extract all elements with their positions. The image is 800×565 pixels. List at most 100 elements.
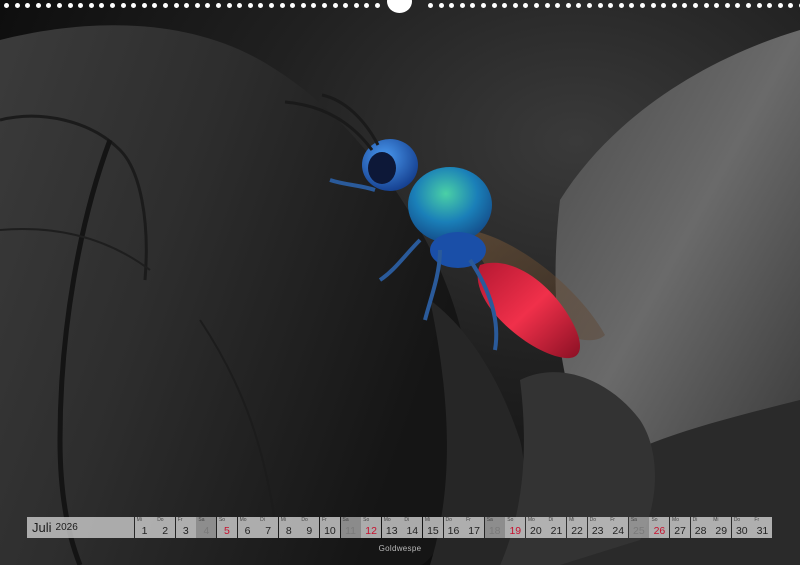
binding-hole [459, 3, 465, 8]
binding-hole [608, 3, 614, 8]
day-number: 12 [365, 525, 377, 537]
binding-hole [311, 3, 317, 8]
day-weekday: Di [692, 517, 698, 523]
day-cell: Do 23 [587, 517, 608, 538]
day-weekday: Di [404, 517, 410, 523]
binding-hole [4, 3, 9, 8]
day-weekday: Sa [198, 517, 205, 523]
binding-hole [693, 3, 698, 8]
day-weekday: Do [157, 517, 164, 523]
day-cell: Mo 20 [525, 517, 546, 538]
binding-hole [322, 3, 327, 8]
day-weekday: Fr [321, 517, 327, 523]
day-cell: Do 2 [155, 517, 176, 538]
binding-hole [375, 3, 380, 8]
day-weekday: Fr [466, 517, 471, 523]
day-number: 10 [324, 525, 336, 537]
day-number: 11 [345, 525, 356, 537]
binding-hole [714, 3, 720, 8]
day-cell: Fr 3 [175, 517, 196, 538]
day-number: 31 [756, 525, 769, 537]
day-number: 20 [530, 525, 542, 537]
day-number: 18 [488, 525, 501, 537]
day-weekday: Mi [280, 517, 287, 523]
day-cell: Di 7 [258, 517, 279, 538]
binding-hole [290, 3, 296, 8]
binding-hole [184, 3, 190, 8]
day-weekday: Do [445, 517, 452, 523]
binding-hole [67, 3, 73, 8]
binding-hole [703, 3, 709, 8]
binding-hole [555, 3, 561, 8]
day-number: 9 [306, 525, 313, 537]
binding-hole [512, 3, 518, 8]
binding-hole [788, 3, 794, 8]
day-cell: Mi 29 [711, 517, 732, 538]
binding-hole [46, 3, 52, 8]
binding-hole [35, 3, 41, 8]
day-cell: Mo 27 [670, 517, 691, 538]
binding-hole [735, 3, 741, 8]
day-number: 14 [406, 525, 419, 537]
day-weekday: Mo [239, 517, 247, 523]
binding-hole [491, 3, 497, 8]
binding-hole [438, 3, 444, 8]
day-cells: Mi 1 Do 2 Fr 3 Sa 4 So 5 Mo 6 Di 7 Mi 8 Do 9 Fr 10 Sa 11 So 12 M… [134, 517, 773, 538]
day-cell: So 26 [649, 517, 670, 538]
binding-hole [120, 3, 126, 8]
day-weekday: Sa [630, 517, 637, 523]
binding-hole [364, 3, 370, 8]
day-weekday: Di [548, 517, 554, 523]
day-number: 23 [591, 525, 604, 537]
binding-hole [661, 3, 667, 8]
day-cell: Fr 31 [752, 517, 773, 538]
day-weekday: Fr [754, 517, 760, 523]
day-weekday: Mi [136, 517, 142, 523]
day-number: 28 [694, 525, 707, 537]
binding-hole [78, 3, 84, 8]
day-number: 16 [447, 525, 460, 537]
binding-hole [544, 3, 550, 8]
binding-hole [14, 3, 20, 8]
day-number: 19 [509, 525, 522, 537]
calendar-strip: Juli 2026 Mi 1 Do 2 Fr 3 Sa 4 So 5 Mo 6 Di 7 Mi 8 Do 9 Fr 1… [27, 517, 773, 538]
day-number: 22 [571, 525, 583, 537]
binding-hole [353, 3, 359, 8]
day-weekday: Mo [672, 517, 679, 523]
day-number: 26 [653, 525, 666, 537]
day-cell: Fr 17 [464, 517, 485, 538]
binding-hole [152, 3, 158, 8]
month-name: Juli [32, 520, 52, 535]
day-number: 25 [633, 525, 645, 537]
day-weekday: Mo [383, 517, 391, 523]
day-cell: Mi 22 [567, 517, 588, 538]
binding-hole [99, 3, 105, 8]
binding-hole [173, 3, 179, 8]
binding-hole [650, 3, 656, 8]
binding-hole [597, 3, 603, 8]
day-cell: Sa 18 [484, 517, 505, 538]
day-weekday: Mi [713, 517, 719, 523]
binding-hole [587, 3, 592, 8]
day-cell: So 12 [361, 517, 382, 538]
day-cell: So 5 [216, 517, 237, 538]
day-number: 2 [162, 525, 169, 537]
day-weekday: Mi [569, 517, 575, 523]
day-number: 17 [468, 525, 480, 537]
month-year: 2026 [55, 522, 78, 533]
binding-hole [57, 3, 62, 8]
day-number: 4 [203, 525, 210, 537]
binding-hole [470, 3, 476, 8]
day-number: 7 [265, 525, 272, 537]
day-number: 5 [224, 525, 230, 537]
binding-hole [237, 3, 243, 8]
binding-hole [756, 3, 762, 8]
day-weekday: So [507, 517, 514, 523]
day-weekday: Mi [424, 517, 431, 523]
day-cell: Di 21 [546, 517, 567, 538]
day-cell: Mi 8 [278, 517, 299, 538]
day-cell: Sa 11 [340, 517, 361, 538]
binding-hole [481, 3, 486, 8]
day-weekday: Sa [486, 517, 493, 523]
day-weekday: Fr [177, 517, 183, 523]
